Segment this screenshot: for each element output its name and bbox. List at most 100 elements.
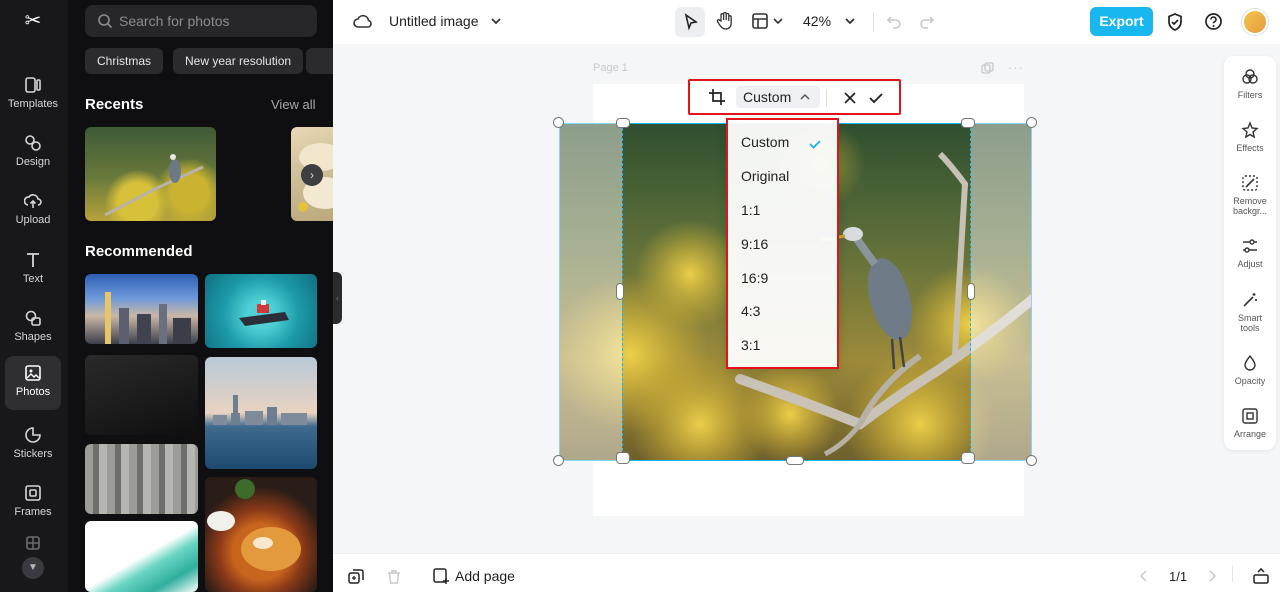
zoom-level[interactable]: 42% [803, 13, 831, 29]
tool-effects[interactable]: Effects [1224, 121, 1276, 153]
tool-arrange[interactable]: Arrange [1224, 407, 1276, 439]
add-page-button[interactable]: Add page [455, 568, 515, 584]
rail-item-shapes[interactable]: Shapes [5, 301, 61, 355]
tool-remove-background[interactable]: Remove backgr... [1224, 174, 1276, 216]
tool-adjust[interactable]: Adjust [1224, 237, 1276, 269]
chip-christmas[interactable]: Christmas [85, 48, 164, 74]
shield-icon[interactable] [1166, 12, 1184, 32]
rail-item-text[interactable]: Text [5, 243, 61, 297]
rail-item-stickers[interactable]: Stickers [5, 418, 61, 472]
chevron-down-icon[interactable] [773, 17, 783, 25]
chevron-down-icon[interactable]: ▼ [22, 557, 44, 579]
recommended-photo-boat[interactable] [205, 274, 317, 348]
aspect-ratio-value: Custom [743, 89, 792, 105]
chevron-right-icon[interactable] [1207, 570, 1217, 582]
adjust-icon [1243, 239, 1257, 253]
resize-handle-bottom-left[interactable] [553, 455, 564, 466]
add-page-icon[interactable] [433, 568, 450, 585]
crop-handle-left[interactable] [616, 283, 624, 300]
tool-smart-tools[interactable]: Smart tools [1224, 291, 1276, 333]
rail-item-frames[interactable]: Frames [5, 476, 61, 530]
duplicate-icon[interactable] [348, 569, 364, 585]
arrange-icon [1242, 408, 1258, 424]
toolbar-divider [826, 89, 827, 107]
rail-item-label: Text [22, 273, 44, 285]
trash-icon[interactable] [387, 569, 401, 585]
rail-item-photos[interactable]: Photos [5, 356, 61, 410]
aspect-ratio-select[interactable]: Custom [736, 86, 820, 108]
rail-item-templates[interactable]: Templates [5, 68, 61, 122]
resize-handle-bottom-right[interactable] [1026, 455, 1037, 466]
chip-more[interactable] [306, 48, 333, 74]
crop-toolbar: Custom [688, 79, 901, 115]
redo-icon[interactable] [919, 13, 935, 29]
recommended-photo-teal-abstract[interactable] [85, 521, 198, 592]
ratio-option-4-3[interactable]: 4:3 [741, 303, 760, 319]
chip-new-year-resolution[interactable]: New year resolution [173, 48, 304, 74]
ratio-option-16-9[interactable]: 16:9 [741, 270, 768, 286]
rail-item-design[interactable]: Design [5, 126, 61, 180]
recommended-photo-skyline[interactable] [205, 357, 317, 469]
crop-handle-top-right[interactable] [961, 118, 975, 128]
page-more-icon[interactable]: ··· [1008, 60, 1024, 75]
undo-icon[interactable] [886, 13, 902, 29]
crop-handle-bottom[interactable] [786, 456, 804, 465]
ratio-option-1-1[interactable]: 1:1 [741, 202, 760, 218]
export-button[interactable]: Export [1090, 7, 1153, 36]
rail-item-upload[interactable]: Upload [5, 184, 61, 238]
frames-icon [25, 485, 41, 501]
crop-handle-bottom-left[interactable] [616, 452, 630, 464]
chevron-down-icon[interactable] [844, 16, 856, 26]
text-icon [27, 253, 39, 267]
crop-handle-bottom-right[interactable] [961, 452, 975, 464]
recommended-photo-ramen[interactable] [205, 477, 317, 592]
recommended-photo-temple[interactable] [85, 444, 198, 514]
crop-handle-top-left[interactable] [616, 118, 630, 128]
chevron-down-icon[interactable] [490, 16, 502, 26]
pages-panel-icon[interactable] [1253, 568, 1269, 584]
rail-item-more[interactable] [5, 532, 61, 552]
ratio-option-original[interactable]: Original [741, 168, 789, 184]
confirm-check-icon[interactable] [868, 91, 884, 105]
chevron-right-icon[interactable]: › [301, 164, 323, 186]
recommended-photo-city-night[interactable] [85, 274, 198, 344]
resize-handle-top-right[interactable] [1026, 117, 1037, 128]
layout-icon[interactable] [751, 12, 769, 30]
tool-opacity[interactable]: Opacity [1224, 354, 1276, 386]
panel-collapse-handle[interactable]: ‹ [333, 272, 342, 324]
heron-thumbnail-graphic [104, 154, 204, 217]
tool-filters[interactable]: Filters [1224, 68, 1276, 100]
duplicate-page-icon[interactable] [981, 62, 994, 75]
resize-handle-top-left[interactable] [553, 117, 564, 128]
templates-icon [25, 77, 41, 93]
view-all-link[interactable]: View all [271, 97, 316, 112]
chevron-left-icon[interactable] [1139, 570, 1149, 582]
tool-label: Smart tools [1237, 313, 1262, 333]
recommended-photo-dark-texture[interactable] [85, 355, 198, 435]
close-icon[interactable] [843, 91, 857, 105]
avatar[interactable] [1242, 9, 1268, 35]
remove-background-icon [1242, 175, 1258, 191]
aspect-ratio-dropdown: Custom Original 1:1 9:16 16:9 4:3 3:1 [726, 118, 839, 369]
ratio-option-9-16[interactable]: 9:16 [741, 236, 768, 252]
photos-panel: Search for photos Christmas New year res… [68, 0, 333, 592]
capcut-logo[interactable]: ✂ [20, 8, 46, 34]
document-title[interactable]: Untitled image [389, 13, 479, 29]
rail-item-label: Frames [14, 506, 52, 518]
ratio-option-custom[interactable]: Custom [741, 134, 789, 150]
ratio-option-3-1[interactable]: 3:1 [741, 337, 760, 353]
search-input[interactable]: Search for photos [85, 5, 317, 37]
recent-photo-heron[interactable] [85, 127, 216, 221]
toolbar-divider [873, 12, 874, 32]
tool-label: Opacity [1234, 376, 1266, 386]
help-icon[interactable] [1204, 12, 1223, 31]
toolbar-divider [1232, 566, 1233, 582]
hand-tool-icon[interactable] [715, 11, 735, 31]
crop-handle-right[interactable] [967, 283, 975, 300]
left-rail: ✂ Templates Design Upload Text Shapes Ph… [0, 0, 68, 592]
rail-item-label: Shapes [14, 331, 52, 343]
rail-item-label: Templates [7, 98, 59, 110]
select-tool-button[interactable] [675, 7, 705, 37]
crop-icon[interactable] [708, 88, 726, 106]
cloud-sync-icon[interactable] [353, 12, 373, 30]
